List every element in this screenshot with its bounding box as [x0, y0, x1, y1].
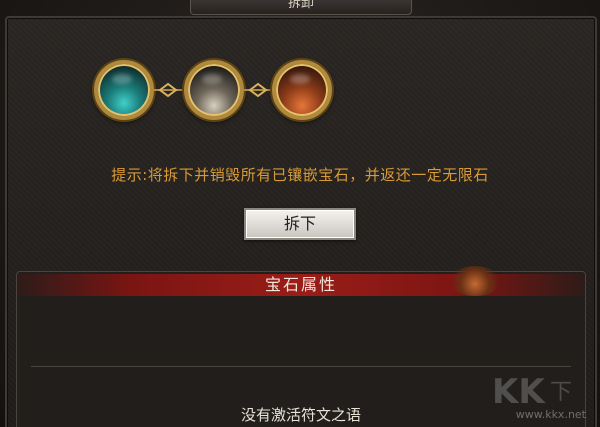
gem-attributes-panel: 宝石属性 没有激活符文之语 [16, 266, 586, 427]
gem-socket-white[interactable] [184, 60, 244, 120]
no-rune-text: 没有激活符文之语 [240, 406, 361, 424]
divider [31, 366, 571, 367]
gem-shine [112, 74, 132, 84]
gem-shine [290, 74, 310, 84]
remove-button[interactable]: 拆下 [244, 208, 356, 240]
gem-shine [202, 74, 222, 84]
orb-glow-icon [449, 266, 501, 296]
gem-sockets [94, 60, 334, 124]
chain-link-icon [152, 82, 184, 98]
gem-socket-orange[interactable] [272, 60, 332, 120]
gem-socket-teal[interactable] [94, 60, 154, 120]
window-title: 拆卸 [287, 0, 314, 11]
window-title-tab: 拆卸 [190, 0, 412, 15]
game-window: 拆卸 提示:将拆下并销毁所有已镶嵌宝石，并返还一定无限石 拆下 宝石属性 没有激… [0, 0, 600, 427]
gem-attributes-title: 宝石属性 [264, 275, 337, 294]
hint-text: 提示:将拆下并销毁所有已镶嵌宝石，并返还一定无限石 [111, 166, 489, 184]
chain-link-icon [242, 82, 274, 98]
